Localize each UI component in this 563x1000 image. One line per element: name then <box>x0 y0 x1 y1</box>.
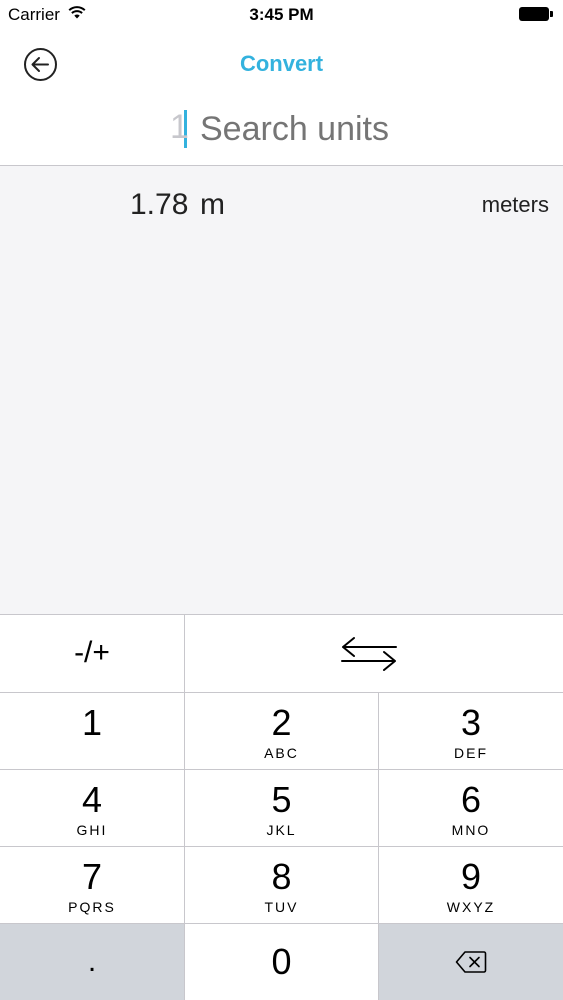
delete-button[interactable] <box>379 924 563 1000</box>
key-digit: 9 <box>460 856 482 897</box>
key-digit: 1 <box>81 702 103 743</box>
results-list: 1.78 m meters <box>0 166 563 614</box>
result-value: 1.78 <box>130 188 189 221</box>
keypad-divider <box>0 692 563 693</box>
page-title: Convert <box>239 51 324 76</box>
keypad-divider <box>184 614 185 1000</box>
search-value: 1 <box>170 108 189 146</box>
key-8[interactable]: 8 TUV <box>185 847 378 923</box>
keypad-divider <box>0 846 563 847</box>
swap-arrows-icon <box>341 637 397 671</box>
key-digit: 8 <box>271 856 292 897</box>
keypad-divider <box>0 614 563 615</box>
status-bar: Carrier 3:45 PM <box>0 0 563 30</box>
battery-icon <box>519 7 553 21</box>
result-unit-name: meters <box>481 192 549 217</box>
keypad-divider <box>378 692 379 1000</box>
key-digit: 4 <box>81 779 103 820</box>
sign-toggle-label: -/+ <box>74 636 110 669</box>
search-bar <box>0 98 563 164</box>
key-letters: DEF <box>454 745 488 761</box>
result-unit-symbol: m <box>200 188 225 221</box>
key-letters: ABC <box>264 745 299 761</box>
key-letters: PQRS <box>68 899 116 915</box>
result-row[interactable]: 1.78 m meters <box>0 180 563 228</box>
key-letters: TUV <box>264 899 299 915</box>
key-2[interactable]: 2 ABC <box>185 693 378 769</box>
decimal-label: . <box>87 945 97 978</box>
key-letters: WXYZ <box>446 899 496 915</box>
key-letters: GHI <box>76 822 108 838</box>
swap-units-button[interactable] <box>185 614 563 692</box>
status-time: 3:45 PM <box>249 5 314 24</box>
key-1[interactable]: 1 <box>0 693 184 769</box>
key-digit: 0 <box>271 941 292 982</box>
keypad: -/+ 1 2 ABC 3 DEF 4 GHI 5 JKL 6 MNO 7 PQ… <box>0 614 563 1000</box>
key-9[interactable]: 9 WXYZ <box>379 847 563 923</box>
key-letters: JKL <box>266 822 297 838</box>
key-digit: 7 <box>81 856 103 897</box>
key-6[interactable]: 6 MNO <box>379 770 563 846</box>
key-digit: 2 <box>271 702 292 743</box>
key-5[interactable]: 5 JKL <box>185 770 378 846</box>
keypad-divider <box>0 923 563 924</box>
decimal-key[interactable]: . <box>0 924 184 1000</box>
key-digit: 6 <box>460 779 482 820</box>
key-3[interactable]: 3 DEF <box>379 693 563 769</box>
search-input[interactable] <box>200 104 563 154</box>
keypad-divider <box>0 769 563 770</box>
key-7[interactable]: 7 PQRS <box>0 847 184 923</box>
key-letters: MNO <box>451 822 491 838</box>
sign-toggle-button[interactable]: -/+ <box>0 614 184 692</box>
backspace-icon <box>455 951 487 973</box>
key-4[interactable]: 4 GHI <box>0 770 184 846</box>
key-0[interactable]: 0 <box>185 924 378 1000</box>
key-digit: 5 <box>271 779 292 820</box>
key-digit: 3 <box>460 702 482 743</box>
